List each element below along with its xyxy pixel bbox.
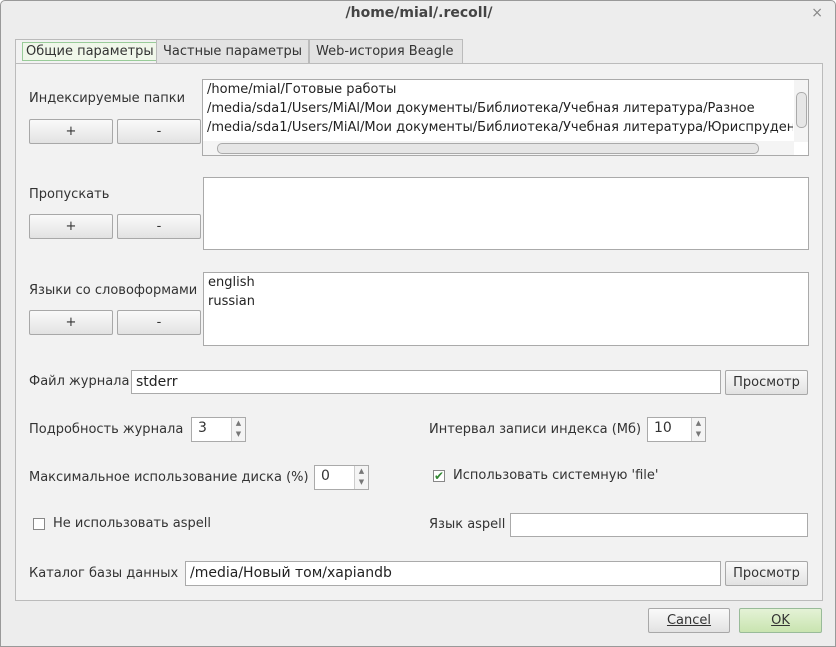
logfile-label: Файл журнала — [29, 374, 130, 389]
tab-label: Общие параметры — [22, 42, 158, 61]
remove-folder-button[interactable]: - — [117, 119, 201, 144]
db-dir-input[interactable]: /media/Новый том/xapiandb — [185, 561, 721, 586]
spin-arrows-icon[interactable]: ▲ ▼ — [691, 418, 705, 441]
add-skip-button[interactable]: + — [29, 214, 113, 239]
add-folder-button[interactable]: + — [29, 119, 113, 144]
logfile-input[interactable]: stderr — [131, 370, 721, 394]
skip-list[interactable] — [203, 177, 809, 250]
stem-languages-list[interactable]: english russian — [203, 272, 809, 346]
max-disk-value: 0 — [321, 468, 330, 484]
list-item[interactable]: english — [208, 273, 808, 292]
list-item[interactable]: /home/mial/Готовые работы — [207, 80, 793, 99]
flush-value: 10 — [654, 420, 672, 436]
skip-label: Пропускать — [29, 187, 110, 202]
vertical-scrollbar[interactable] — [794, 80, 808, 142]
cancel-button[interactable]: Cancel — [648, 608, 730, 633]
aspell-language-label: Язык aspell — [429, 517, 506, 532]
window-title: /home/mial/.recoll/ — [345, 5, 493, 21]
settings-dialog: /home/mial/.recoll/ × Общие параметры Ча… — [0, 0, 836, 647]
logfile-browse-button[interactable]: Просмотр — [725, 370, 808, 395]
max-disk-spinbox[interactable]: 0 ▲ ▼ — [314, 465, 369, 490]
system-file-checkbox[interactable]: ✔ — [433, 470, 445, 482]
aspell-language-input[interactable] — [510, 513, 808, 537]
remove-skip-button[interactable]: - — [117, 214, 201, 239]
list-item[interactable]: /media/sda1/Users/MiAl/Мои документы/Биб… — [207, 99, 793, 118]
tab-beagle[interactable]: Web-история Beagle — [309, 39, 463, 63]
spin-arrows-icon[interactable]: ▲ ▼ — [354, 466, 368, 489]
tab-local[interactable]: Частные параметры — [156, 39, 310, 63]
max-disk-label: Максимальное использование диска (%) — [29, 470, 309, 485]
verbosity-value: 3 — [198, 420, 207, 436]
close-icon[interactable]: × — [811, 5, 823, 21]
verbosity-label: Подробность журнала — [29, 422, 184, 437]
tab-general[interactable]: Общие параметры — [15, 39, 165, 64]
no-aspell-checkbox[interactable] — [33, 518, 45, 530]
system-file-label: Использовать системную 'file' — [453, 468, 659, 483]
flush-interval-label: Интервал записи индекса (Мб) — [429, 422, 642, 437]
ok-button[interactable]: OK — [739, 608, 822, 633]
spin-arrows-icon[interactable]: ▲ ▼ — [231, 418, 245, 441]
list-item[interactable]: /media/sda1/Users/MiAl/Мои документы/Биб… — [207, 118, 793, 137]
indexed-folders-list[interactable]: /home/mial/Готовые работы /media/sda1/Us… — [202, 79, 809, 156]
remove-language-button[interactable]: - — [117, 310, 201, 335]
list-item[interactable]: russian — [208, 292, 808, 311]
horizontal-scrollbar[interactable] — [203, 141, 794, 155]
add-language-button[interactable]: + — [29, 310, 113, 335]
db-dir-browse-button[interactable]: Просмотр — [725, 561, 808, 586]
db-dir-label: Каталог базы данных — [29, 566, 179, 581]
stem-languages-label: Языки со словоформами — [29, 283, 198, 298]
flush-interval-spinbox[interactable]: 10 ▲ ▼ — [647, 417, 706, 442]
verbosity-spinbox[interactable]: 3 ▲ ▼ — [191, 417, 246, 442]
indexed-label: Индексируемые папки — [29, 91, 186, 106]
no-aspell-label: Не использовать aspell — [53, 516, 211, 531]
